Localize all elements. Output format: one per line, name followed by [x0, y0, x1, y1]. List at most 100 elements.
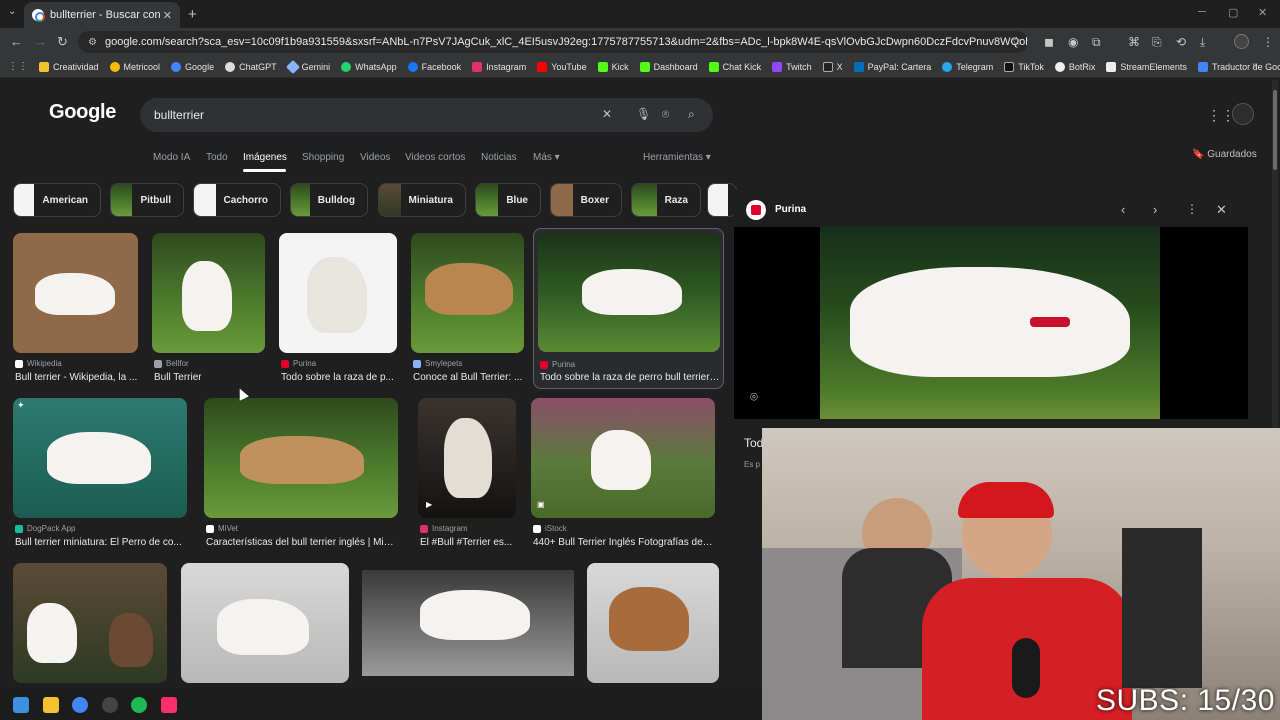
bookmark-item[interactable]: YouTube: [537, 61, 587, 72]
result-card-selected[interactable]: Purina Todo sobre la raza de perro bull …: [533, 228, 724, 389]
result-image[interactable]: ✦: [13, 398, 187, 518]
result-caption[interactable]: Conoce al Bull Terrier: ...: [413, 372, 524, 383]
result-caption[interactable]: Características del bull terrier inglés …: [206, 537, 398, 548]
result-card[interactable]: Purina Todo sobre la raza de p...: [279, 233, 397, 388]
bookmark-item[interactable]: WhatsApp: [341, 61, 397, 72]
result-image[interactable]: [204, 398, 398, 518]
google-logo[interactable]: Google: [49, 101, 116, 124]
camera-icon[interactable]: ⌾: [662, 107, 669, 122]
result-image[interactable]: [279, 233, 397, 353]
site-info-icon[interactable]: ⚙: [88, 37, 97, 48]
bookmark-item[interactable]: Traductor de Google: [1197, 61, 1280, 72]
previous-icon[interactable]: ‹: [1121, 202, 1125, 217]
bookmark-item[interactable]: ChatGPT: [225, 61, 277, 72]
result-source[interactable]: Purina: [540, 360, 575, 369]
search-input[interactable]: bullterrier: [140, 98, 713, 132]
bookmark-item[interactable]: Facebook: [407, 61, 461, 72]
result-card[interactable]: ▶ Instagram El #Bull #Terrier es...: [418, 398, 516, 553]
result-image[interactable]: [13, 563, 167, 683]
chip-pitbull[interactable]: Pitbull: [110, 183, 184, 217]
result-source[interactable]: MiVet: [206, 524, 238, 533]
bookmark-item[interactable]: Dashboard: [639, 61, 698, 72]
download-icon[interactable]: ⤓: [1200, 35, 1205, 50]
omnibox[interactable]: ⚙ google.com/search?sca_esv=10c09f1b9a93…: [78, 31, 1028, 53]
apps-grid-icon[interactable]: ⋮⋮: [8, 61, 28, 72]
result-image[interactable]: ▣: [531, 398, 715, 518]
tools-button[interactable]: Herramientas ▾: [643, 152, 711, 163]
maximize-icon[interactable]: ▢: [1228, 6, 1238, 19]
result-caption[interactable]: Bull terrier - Wikipedia, la ...: [15, 372, 138, 383]
extensions-puzzle-icon[interactable]: ⧉: [1092, 35, 1101, 50]
microphone-icon[interactable]: 🎙: [636, 107, 651, 121]
obs-icon[interactable]: [102, 697, 118, 713]
extension-icon[interactable]: ◼: [1044, 35, 1054, 49]
reload-icon[interactable]: ↻: [57, 34, 68, 50]
file-explorer-icon[interactable]: [43, 697, 59, 713]
bookmark-item[interactable]: Telegram: [942, 61, 993, 72]
result-card[interactable]: Bellfor Bull Terrier: [152, 233, 265, 388]
result-caption[interactable]: Todo sobre la raza de p...: [281, 372, 397, 383]
chip-raza[interactable]: Raza: [631, 183, 701, 217]
lens-search-icon[interactable]: ⌾: [750, 389, 758, 405]
preview-image[interactable]: [820, 227, 1160, 419]
result-card[interactable]: [181, 563, 349, 683]
chrome-icon[interactable]: [72, 697, 88, 713]
history-icon[interactable]: ⟲: [1176, 35, 1186, 49]
bookmark-item[interactable]: TikTok: [1004, 61, 1044, 72]
result-image[interactable]: ▶: [418, 398, 516, 518]
tab-shopping[interactable]: Shopping: [302, 152, 344, 163]
result-image[interactable]: [411, 233, 524, 353]
bookmark-item[interactable]: Metricool: [109, 61, 160, 72]
new-tab-icon[interactable]: +: [188, 6, 197, 23]
bookmark-item[interactable]: Google: [171, 61, 214, 72]
menu-dots-icon[interactable]: ⋮: [1262, 35, 1274, 49]
tab-mas[interactable]: Más ▾: [533, 152, 560, 163]
more-bookmarks-icon[interactable]: »: [1252, 60, 1258, 71]
chip-more[interactable]: [707, 183, 737, 217]
result-image[interactable]: [181, 563, 349, 683]
chip-cachorro[interactable]: Cachorro: [193, 183, 281, 217]
translate-icon[interactable]: ⎘: [1152, 35, 1162, 50]
result-source[interactable]: Purina: [281, 359, 316, 368]
tab-modo-ia[interactable]: Modo IA: [153, 152, 190, 163]
account-avatar[interactable]: [1232, 103, 1254, 125]
result-image[interactable]: [362, 570, 574, 676]
result-image[interactable]: [152, 233, 265, 353]
bookmark-item[interactable]: Creatividad: [39, 61, 99, 72]
search-icon[interactable]: ⌕: [688, 107, 695, 122]
tab-noticias[interactable]: Noticias: [481, 152, 517, 163]
bookmark-item[interactable]: Gemini: [285, 59, 330, 74]
result-caption[interactable]: Bull terrier miniatura: El Perro de co..…: [15, 537, 187, 548]
result-card[interactable]: ▣ iStock 440+ Bull Terrier Inglés Fotogr…: [531, 398, 715, 553]
result-source[interactable]: Smylepets: [413, 359, 462, 368]
result-caption[interactable]: 440+ Bull Terrier Inglés Fotografías de …: [533, 537, 715, 548]
result-image[interactable]: [13, 233, 138, 353]
result-card[interactable]: Smylepets Conoce al Bull Terrier: ...: [411, 233, 524, 388]
result-card[interactable]: Wikipedia Bull terrier - Wikipedia, la .…: [13, 233, 138, 388]
windows-start-icon[interactable]: [13, 697, 29, 713]
close-tab-icon[interactable]: ✕: [163, 9, 172, 22]
bookmark-star-icon[interactable]: ☆: [1011, 34, 1022, 48]
bookmark-item[interactable]: BotRix: [1054, 61, 1095, 72]
chip-bulldog[interactable]: Bulldog: [290, 183, 368, 217]
result-source[interactable]: Wikipedia: [15, 359, 62, 368]
saved-button[interactable]: 🔖 Guardados: [1192, 149, 1257, 160]
next-icon[interactable]: ›: [1153, 202, 1157, 217]
result-card[interactable]: ✦ DogPack App Bull terrier miniatura: El…: [13, 398, 187, 553]
tab-todo[interactable]: Todo: [206, 152, 228, 163]
result-caption[interactable]: Bull Terrier: [154, 372, 265, 383]
chip-miniatura[interactable]: Miniatura: [378, 183, 466, 217]
browser-tab[interactable]: bullterrier - Buscar con Google ✕: [24, 2, 180, 28]
result-caption[interactable]: Todo sobre la raza de perro bull terrier…: [540, 372, 720, 383]
tab-videos-cortos[interactable]: Videos cortos: [405, 152, 465, 163]
clear-icon[interactable]: ✕: [602, 107, 612, 121]
minimize-icon[interactable]: ─: [1198, 6, 1206, 18]
tab-videos[interactable]: Videos: [360, 152, 390, 163]
result-source[interactable]: Bellfor: [154, 359, 189, 368]
chip-blue[interactable]: Blue: [475, 183, 541, 217]
tiktok-live-icon[interactable]: [161, 697, 177, 713]
result-caption[interactable]: El #Bull #Terrier es...: [420, 537, 516, 548]
result-card[interactable]: [13, 563, 167, 683]
tab-list-icon[interactable]: ⌄: [8, 6, 16, 17]
profile-avatar[interactable]: [1234, 34, 1249, 49]
